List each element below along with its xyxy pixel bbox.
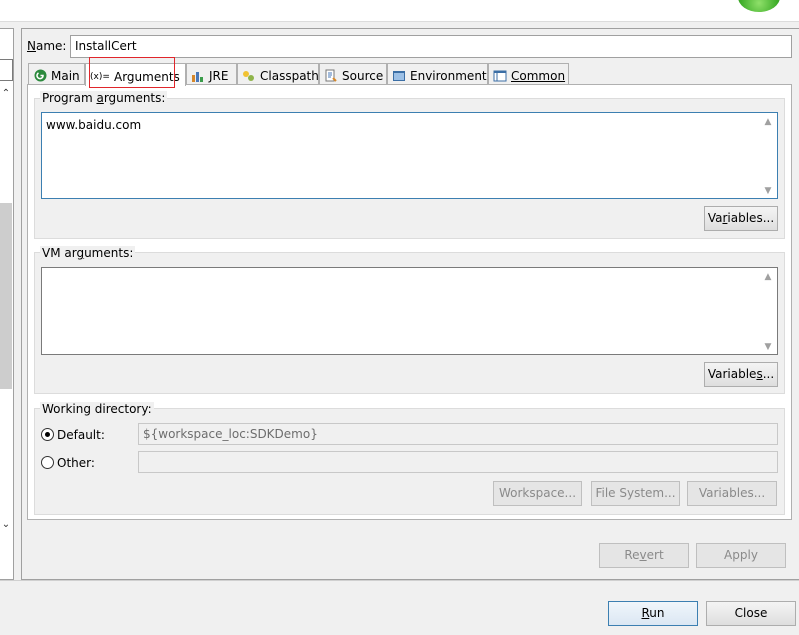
apply-button[interactable]: Apply	[696, 543, 786, 568]
top-strip	[0, 0, 799, 22]
vm-arguments-input[interactable]: ▲ ▼	[41, 267, 778, 355]
tab-main[interactable]: Main	[28, 63, 85, 85]
program-arguments-value: www.baidu.com	[46, 118, 142, 132]
common-icon	[493, 69, 507, 83]
tab-environment[interactable]: Environment	[387, 63, 488, 85]
tab-main-label: Main	[51, 69, 80, 83]
highlight-box	[89, 57, 175, 88]
working-dir-variables-button[interactable]: Variables...	[687, 481, 777, 506]
name-input[interactable]: InstallCert	[70, 35, 792, 58]
divider	[0, 580, 799, 581]
vm-arguments-scrollbar[interactable]: ▲ ▼	[761, 270, 775, 352]
scroll-down-icon[interactable]: ▼	[761, 342, 775, 352]
tab-source-label: Source	[342, 69, 384, 83]
filter-input[interactable]	[0, 59, 13, 81]
environment-icon	[392, 69, 406, 83]
other-radio-label: Other:	[57, 456, 95, 470]
classpath-icon	[242, 69, 256, 83]
program-arguments-label: Program arguments:	[40, 91, 168, 105]
other-radio[interactable]	[41, 456, 54, 469]
tab-jre[interactable]: JRE	[186, 63, 237, 85]
default-directory-field: ${workspace_loc:SDKDemo}	[138, 423, 778, 445]
scroll-down-icon[interactable]: ▼	[761, 186, 775, 196]
left-scrollbar-thumb[interactable]	[0, 203, 12, 389]
tab-classpath[interactable]: Classpath	[237, 63, 319, 85]
scroll-up-icon[interactable]: ▲	[761, 117, 775, 127]
close-button[interactable]: Close	[706, 601, 796, 626]
scroll-up-icon[interactable]: ▲	[761, 272, 775, 282]
run-button[interactable]: Run	[608, 601, 698, 626]
working-directory-label: Working directory:	[40, 402, 154, 416]
jre-icon	[191, 69, 205, 83]
default-radio-label: Default:	[57, 428, 105, 442]
revert-button[interactable]: Revert	[599, 543, 689, 568]
scroll-up-icon[interactable]: ⌃	[0, 88, 12, 99]
program-arguments-input[interactable]: www.baidu.com ▲ ▼	[41, 112, 778, 199]
name-label: Name:	[27, 39, 67, 53]
program-variables-button[interactable]: Variables...	[704, 206, 778, 231]
tab-source[interactable]: Source	[319, 63, 387, 85]
file-system-button[interactable]: File System...	[591, 481, 680, 506]
vm-arguments-label: VM arguments:	[40, 246, 136, 260]
workspace-button[interactable]: Workspace...	[493, 481, 582, 506]
source-icon	[324, 69, 338, 83]
program-arguments-scrollbar[interactable]: ▲ ▼	[761, 115, 775, 196]
tab-environment-label: Environment	[410, 69, 487, 83]
tab-jre-label: JRE	[209, 69, 229, 83]
other-directory-field	[138, 451, 778, 473]
tab-common-label: Common	[511, 69, 566, 83]
vm-variables-button[interactable]: Variables...	[704, 362, 778, 387]
tab-common[interactable]: Common	[488, 63, 569, 85]
default-radio[interactable]	[41, 428, 54, 441]
scroll-down-icon[interactable]: ⌄	[0, 519, 12, 530]
tab-classpath-label: Classpath	[260, 69, 319, 83]
main-run-icon	[33, 69, 47, 83]
